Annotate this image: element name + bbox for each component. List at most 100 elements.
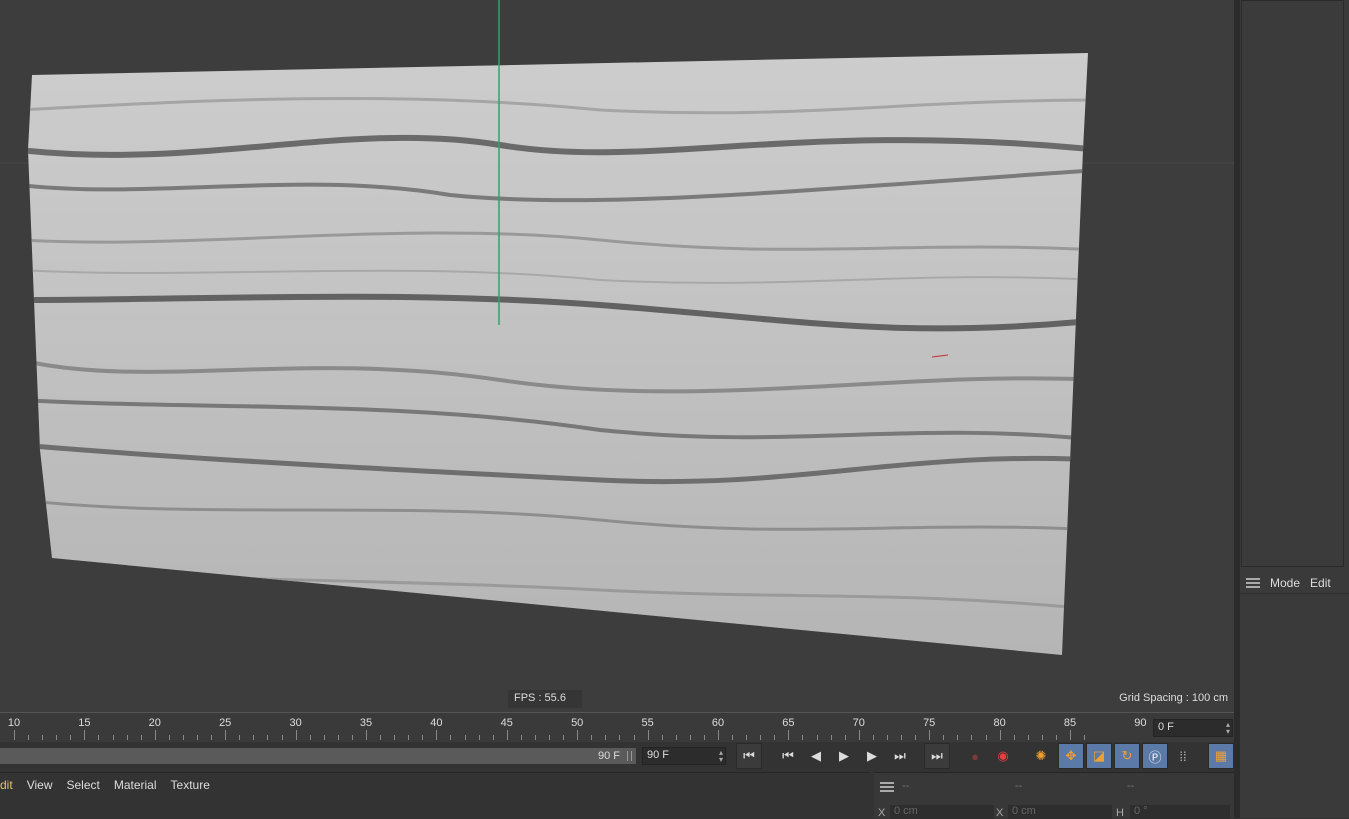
ruler-tick	[394, 735, 396, 740]
ruler-tick	[971, 735, 973, 740]
previous-frame-icon[interactable]: ◀	[803, 743, 829, 769]
preview-range-slider[interactable]: 90 F	[0, 748, 636, 764]
hamburger-icon[interactable]	[1246, 577, 1260, 588]
record-disabled-icon[interactable]: ●	[962, 743, 988, 769]
ruler-tick	[802, 735, 804, 740]
attributes-mode-menu[interactable]: Mode	[1270, 576, 1300, 590]
coordinates-manager: -- -- -- X 0 cm X 0 cm H 0 °	[874, 772, 1234, 819]
ruler-tick	[563, 735, 565, 740]
ruler-tick	[858, 730, 860, 740]
parameter-icon[interactable]: Ⓟ	[1142, 743, 1168, 769]
next-key-icon[interactable]: ⏭	[887, 743, 913, 769]
ruler-tick	[1041, 735, 1043, 740]
size-x-field[interactable]: 0 cm	[1008, 805, 1112, 819]
material-menu-select[interactable]: Select	[66, 778, 99, 792]
material-menubar: dit View Select Material Texture	[0, 773, 870, 792]
attributes-edit-menu[interactable]: Edit	[1310, 576, 1331, 590]
heading-field[interactable]: 0 °	[1130, 805, 1230, 819]
ruler-tick	[760, 735, 762, 740]
play-icon[interactable]: ▶	[831, 743, 857, 769]
ruler-tick	[830, 735, 832, 740]
ruler-tick	[675, 735, 677, 740]
ruler-tick	[957, 735, 959, 740]
right-panel: Mode Edit	[1240, 0, 1349, 818]
ruler-tick	[309, 735, 311, 740]
move-icon[interactable]: ✥	[1058, 743, 1084, 769]
ruler-tick	[591, 735, 593, 740]
ruler-tick	[492, 735, 494, 740]
ruler-label: 60	[711, 717, 725, 729]
ruler-label: 70	[852, 717, 865, 729]
material-menu-texture[interactable]: Texture	[171, 778, 210, 792]
ruler-tick	[126, 735, 128, 740]
go-to-start-icon[interactable]: ⏮	[736, 743, 762, 769]
ruler-tick	[520, 735, 522, 740]
ruler-label: 65	[782, 717, 795, 729]
ruler-tick	[1084, 735, 1086, 740]
ruler-tick	[718, 730, 719, 740]
ruler-label: 40	[430, 717, 443, 729]
ruler-tick	[323, 735, 325, 740]
ruler-tick	[14, 730, 15, 740]
ruler-tick	[1013, 735, 1015, 740]
ruler-tick	[633, 735, 635, 740]
previous-key-icon[interactable]: ⏮	[775, 743, 801, 769]
ruler-tick	[872, 735, 874, 740]
go-to-end-icon[interactable]: ⏭	[924, 743, 950, 769]
material-menu-dit[interactable]: dit	[0, 778, 13, 792]
ruler-label: 90	[1134, 717, 1147, 729]
ruler-label: 50	[571, 717, 584, 729]
ruler-tick	[168, 735, 170, 740]
next-frame-icon[interactable]: ▶	[859, 743, 885, 769]
ruler-tick	[577, 730, 579, 740]
scheme-icon[interactable]: ▦	[1208, 743, 1234, 769]
size-x-label: X	[996, 807, 1004, 819]
keyframe-selection-icon[interactable]: ✺	[1028, 743, 1054, 769]
ruler-tick	[844, 735, 846, 740]
ruler-tick	[605, 735, 607, 740]
current-frame-field[interactable]: 0 F ▴ ▾	[1153, 719, 1233, 737]
ruler-tick	[42, 735, 44, 740]
ruler-label: 20	[148, 717, 161, 729]
ruler-tick	[943, 735, 945, 740]
ruler-tick	[239, 735, 241, 740]
ruler-tick	[929, 730, 931, 740]
ruler-tick	[661, 735, 663, 740]
ruler-tick	[351, 735, 353, 740]
material-menu-material[interactable]: Material	[114, 778, 157, 792]
pla-icon[interactable]: ⁞⁞	[1170, 743, 1196, 769]
wavy-plane-mesh	[0, 0, 1234, 655]
hamburger-icon[interactable]	[880, 782, 894, 792]
ruler-tick	[28, 735, 30, 740]
material-menu-view[interactable]: View	[27, 778, 53, 792]
ruler-tick	[366, 730, 367, 740]
ruler-tick	[112, 735, 114, 740]
autokey-icon[interactable]: ◉	[990, 743, 1016, 769]
fps-readout: FPS : 55.6	[508, 690, 582, 708]
ruler-tick	[197, 735, 199, 740]
attributes-menubar: Mode Edit	[1240, 572, 1349, 594]
ruler-tick	[408, 735, 410, 740]
ruler-tick	[549, 735, 551, 740]
coord-header-position: --	[902, 780, 910, 792]
max-frame-field[interactable]: 90 F ▴ ▾	[642, 747, 726, 765]
ruler-label: 80	[993, 717, 1006, 729]
timeline-ruler[interactable]: 10 15 20 25 30 35 40 45 50 55 60 65 70 75 80 85 90 0 F ▴ ▾	[0, 712, 1234, 742]
ruler-label: 15	[78, 717, 91, 729]
ruler-tick	[295, 730, 297, 740]
heading-label: H	[1116, 807, 1124, 819]
object-manager[interactable]	[1241, 0, 1344, 567]
ruler-tick	[98, 735, 100, 740]
ruler-tick	[816, 735, 818, 740]
ruler-tick	[732, 735, 734, 740]
ruler-tick	[253, 735, 255, 740]
scale-icon[interactable]: ◪	[1086, 743, 1112, 769]
coord-header-rotation: --	[1127, 780, 1135, 792]
viewport[interactable]: FPS : 55.6 Grid Spacing : 100 cm	[0, 0, 1234, 712]
position-x-field[interactable]: 0 cm	[890, 805, 994, 819]
ruler-tick	[84, 730, 86, 740]
ruler-tick	[225, 730, 227, 740]
rotate-icon[interactable]: ↻	[1114, 743, 1140, 769]
ruler-tick	[281, 735, 283, 740]
material-manager: dit View Select Material Texture	[0, 772, 870, 818]
